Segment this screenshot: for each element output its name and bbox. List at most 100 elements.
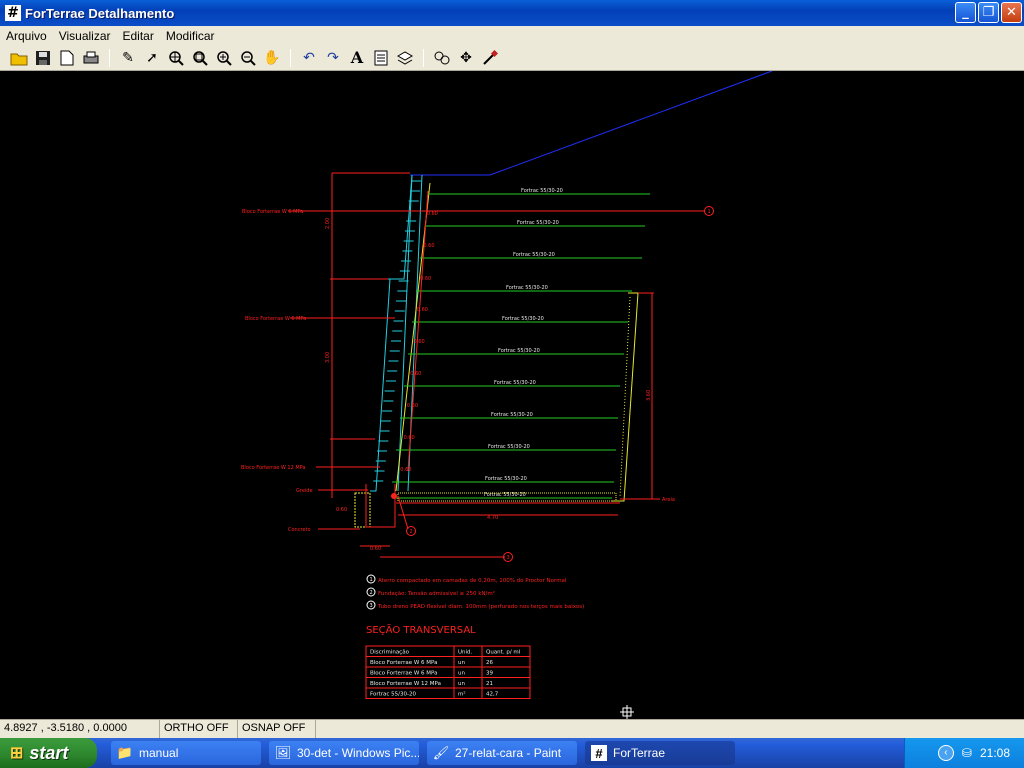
status-bar: 4.8927 , -3.5180 , 0.0000 ORTHO OFF OSNA… — [0, 719, 1024, 738]
label-concreto: Concreto — [288, 527, 311, 533]
note-marker-number: 3 — [370, 603, 373, 609]
start-button[interactable]: ⊞ start — [0, 738, 97, 768]
note-1: Aterro compactado em camadas de 0,20m, 1… — [378, 578, 567, 584]
base-depth-label: 0.60 — [336, 507, 347, 513]
picture-viewer-icon: 🖼 — [274, 745, 292, 760]
note-marker-number: 2 — [370, 590, 373, 596]
layers-icon[interactable] — [394, 47, 416, 69]
dimension-label: 3.00 — [325, 352, 331, 363]
reinforcement-label: Fortrac 55/30-20 — [502, 316, 544, 322]
menu-editar[interactable]: Editar — [117, 29, 160, 43]
dimension-label: 2.00 — [325, 218, 331, 229]
block-wall — [370, 174, 423, 492]
zoom-in-icon[interactable] — [213, 47, 235, 69]
table-cell: Bloco Forterrae W 6 MPa — [370, 671, 438, 677]
network-icon[interactable]: ⛁ — [962, 746, 972, 760]
spacing-label: 0.60 — [404, 435, 415, 441]
spacing-dimension-line — [407, 190, 429, 472]
properties-icon[interactable] — [370, 47, 392, 69]
menu-visualizar[interactable]: Visualizar — [53, 29, 117, 43]
label-greide: Greide — [296, 488, 313, 494]
zoom-window-icon[interactable] — [165, 47, 187, 69]
reinforcement-label: Fortrac 55/30-20 — [485, 476, 527, 482]
save-icon[interactable] — [32, 47, 54, 69]
zoom-out-icon[interactable] — [237, 47, 259, 69]
minimize-button[interactable]: _ — [955, 2, 976, 23]
task-label: ForTerrae — [613, 746, 666, 760]
text-icon[interactable]: A — [346, 47, 368, 69]
task-paint[interactable]: 🖌 27-relat-cara - Paint — [427, 741, 577, 765]
task-forterrae[interactable]: # ForTerrae — [585, 741, 735, 765]
table-cell: Bloco Forterrae W 12 MPa — [370, 681, 441, 687]
reinforcement-label: Fortrac 55/30-20 — [506, 285, 548, 291]
windows-logo-icon: ⊞ — [10, 745, 24, 762]
label-bloco-1: Bloco Forterrae W 6 MPa — [242, 209, 303, 215]
tray-arrow-icon[interactable]: ‹ — [937, 745, 954, 761]
drain-pipe — [391, 493, 397, 499]
table-cell: Bloco Forterrae W 6 MPa — [370, 660, 438, 666]
spacing-label: 0.60 — [400, 467, 411, 473]
label-areia: Areia — [662, 497, 675, 503]
drain-fill — [612, 292, 639, 502]
print-icon[interactable] — [80, 47, 102, 69]
undo-icon[interactable]: ↶ — [298, 47, 320, 69]
callout-1-number: 1 — [708, 209, 711, 215]
table-cell: m² — [458, 691, 466, 698]
reinforcement-label: Fortrac 55/30-20 — [513, 252, 555, 258]
drain-fill-inner — [619, 296, 631, 498]
open-folder-icon[interactable] — [8, 47, 30, 69]
close-button[interactable]: ✕ — [1001, 2, 1022, 23]
forterrae-icon: # — [591, 745, 607, 761]
eyedropper-icon[interactable] — [479, 47, 501, 69]
clock: 21:08 — [979, 746, 1010, 760]
reinforcement-label: Fortrac 55/30-20 — [521, 188, 563, 194]
spacing-label: 0.60 — [410, 371, 421, 377]
task-label: manual — [139, 746, 179, 760]
snap-icon[interactable] — [431, 47, 453, 69]
table-cell: 39 — [486, 671, 493, 677]
menu-modificar[interactable]: Modificar — [160, 29, 221, 43]
reinforcement-label: Fortrac 55/30-20 — [491, 412, 533, 418]
maximize-button[interactable]: ❐ — [978, 2, 999, 23]
length-label: 4.70 — [487, 515, 498, 521]
toolbar-separator — [423, 48, 424, 67]
window-controls: _ ❐ ✕ — [955, 2, 1022, 23]
menu-bar: Arquivo Visualizar Editar Modificar — [0, 26, 1024, 45]
label-bloco-2: Bloco Forterrae W 6 MPa — [245, 316, 306, 322]
title-bar: # ForTerrae Detalhamento _ ❐ ✕ — [0, 0, 1024, 26]
osnap-toggle[interactable]: OSNAP OFF — [238, 720, 316, 738]
toolbar-separator — [109, 48, 110, 67]
task-manual[interactable]: 📁 manual — [111, 741, 261, 765]
note-marker-number: 1 — [370, 577, 373, 583]
reinforcement-label: Fortrac 55/30-20 — [494, 380, 536, 386]
redo-icon[interactable]: ↷ — [322, 47, 344, 69]
table-cell: un — [458, 671, 465, 677]
paint-icon: 🖌 — [432, 745, 450, 760]
move-icon[interactable]: ✥ — [455, 47, 477, 69]
terrain-slope-line — [410, 71, 773, 176]
ortho-toggle[interactable]: ORTHO OFF — [160, 720, 238, 738]
menu-arquivo[interactable]: Arquivo — [0, 29, 53, 43]
table-cell: un — [458, 660, 465, 666]
task-picture-viewer[interactable]: 🖼 30-det - Windows Pic... — [269, 741, 419, 765]
new-file-icon[interactable] — [56, 47, 78, 69]
pan-icon[interactable]: ✋ — [261, 47, 283, 69]
notes: 1 Aterro compactado em camadas de 0,20m,… — [366, 574, 584, 610]
coordinates-readout: 4.8927 , -3.5180 , 0.0000 — [0, 720, 160, 738]
start-label: start — [29, 742, 69, 763]
table-cell: 21 — [486, 681, 493, 687]
drawing-canvas[interactable]: 2.00 3.00 3.60 Fortrac 55/30-20 Fortrac 5… — [0, 71, 1024, 719]
concrete-footing — [354, 492, 371, 528]
pencil-icon[interactable]: ✎ — [117, 47, 139, 69]
app-icon: # — [5, 5, 21, 21]
select-icon[interactable]: ➚ — [141, 47, 163, 69]
window-title: ForTerrae Detalhamento — [25, 5, 175, 21]
zoom-extents-icon[interactable] — [189, 47, 211, 69]
table-cell: 26 — [486, 660, 493, 666]
system-tray: ‹ ⛁ 21:08 — [904, 738, 1024, 768]
task-label: 30-det - Windows Pic... — [297, 746, 419, 760]
callout-2-number: 2 — [410, 529, 413, 535]
task-label: 27-relat-cara - Paint — [455, 746, 562, 760]
taskbar: ⊞ start 📁 manual 🖼 30-det - Windows Pic.… — [0, 738, 1024, 768]
toolbar-separator — [290, 48, 291, 67]
